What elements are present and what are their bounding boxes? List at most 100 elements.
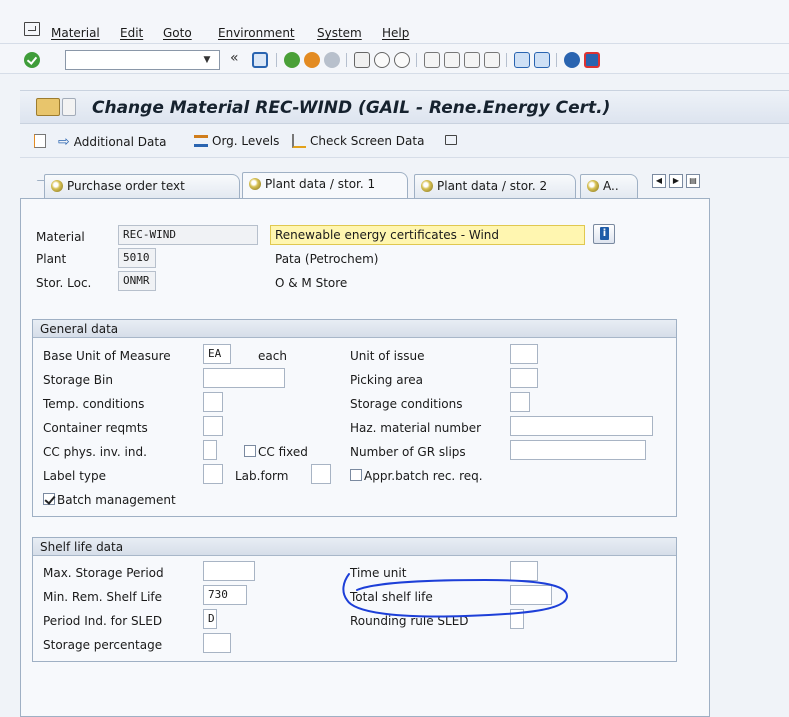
org-levels-button[interactable]: Org. Levels [194, 134, 279, 148]
first-page-icon[interactable] [424, 52, 440, 68]
menu-edit[interactable]: Edit [120, 26, 143, 40]
tab-status-icon [249, 178, 261, 190]
tab-plant-data-stor-1[interactable]: Plant data / stor. 1 [242, 172, 408, 199]
batch-management-checkbox[interactable] [43, 493, 55, 505]
check-screen-data-label: Check Screen Data [310, 134, 425, 148]
tab-plant-data-stor-2[interactable]: Plant data / stor. 2 [414, 174, 576, 198]
print-icon[interactable] [354, 52, 370, 68]
min-rem-shelf-label: Min. Rem. Shelf Life [43, 590, 163, 604]
toolbar-separator [416, 53, 417, 67]
command-dropdown-icon[interactable]: ▼ [198, 52, 216, 68]
period-ind-field[interactable]: D [203, 609, 217, 629]
temp-conditions-field[interactable] [203, 392, 223, 412]
picking-area-field[interactable] [510, 368, 538, 388]
previous-page-icon[interactable] [444, 52, 460, 68]
picking-area-label: Picking area [350, 373, 423, 387]
storage-bin-field[interactable] [203, 368, 285, 388]
plant-field[interactable]: 5010 [118, 248, 156, 268]
period-ind-label: Period Ind. for SLED [43, 614, 163, 628]
tab-label: Plant data / stor. 2 [437, 179, 548, 193]
exit-icon[interactable] [304, 52, 320, 68]
material-description-field[interactable]: Renewable energy certificates - Wind [270, 225, 585, 245]
base-uom-field[interactable]: EA [203, 344, 231, 364]
menu-goto[interactable]: Goto [163, 26, 192, 40]
tab-list-icon[interactable]: ▤ [686, 174, 700, 188]
storage-location-field[interactable]: ONMR [118, 271, 156, 291]
general-data-header: General data [33, 320, 676, 338]
material-field[interactable]: REC-WIND [118, 225, 258, 245]
save-icon[interactable] [252, 52, 268, 68]
back-history-icon[interactable]: « [230, 50, 239, 66]
storage-bin-label: Storage Bin [43, 373, 113, 387]
dropdown-arrow-icon[interactable] [62, 98, 76, 116]
label-type-field[interactable] [203, 464, 223, 484]
check-screen-icon [292, 134, 306, 148]
container-reqmts-field[interactable] [203, 416, 223, 436]
additional-data-label: Additional Data [73, 135, 167, 149]
menu-exit-icon[interactable] [24, 22, 40, 36]
storage-percentage-field[interactable] [203, 633, 231, 653]
gr-slips-field[interactable] [510, 440, 646, 460]
page-title: Change Material REC-WIND (GAIL - Rene.En… [92, 98, 611, 118]
sap-menu-icon[interactable] [36, 98, 60, 116]
menu-help[interactable]: Help [382, 26, 409, 40]
cancel-icon[interactable] [324, 52, 340, 68]
back-icon[interactable] [284, 52, 300, 68]
toolbar-separator [506, 53, 507, 67]
help-icon[interactable] [564, 52, 580, 68]
lab-form-field[interactable] [311, 464, 331, 484]
max-storage-label: Max. Storage Period [43, 566, 164, 580]
base-uom-label: Base Unit of Measure [43, 349, 171, 363]
gr-slips-label: Number of GR slips [350, 445, 466, 459]
cc-phys-inv-field[interactable] [203, 440, 217, 460]
enter-check-icon[interactable] [24, 52, 40, 68]
find-icon[interactable] [374, 52, 390, 68]
storage-conditions-field[interactable] [510, 392, 530, 412]
appr-batch-checkbox[interactable] [350, 469, 362, 481]
check-screen-data-button[interactable]: Check Screen Data [292, 134, 424, 148]
info-icon[interactable] [593, 224, 615, 244]
last-page-icon[interactable] [484, 52, 500, 68]
shelf-life-header: Shelf life data [33, 538, 676, 556]
tab-status-icon [587, 180, 599, 192]
command-field[interactable] [65, 50, 220, 70]
lock-button[interactable] [445, 132, 457, 145]
find-next-icon[interactable] [394, 52, 410, 68]
tab-strip: Purchase order text Plant data / stor. 1… [22, 168, 710, 199]
lab-form-label: Lab.form [235, 469, 289, 483]
tab-scroll-left-icon[interactable]: ◀ [652, 174, 666, 188]
appr-batch-label: Appr.batch rec. req. [364, 469, 483, 483]
additional-data-button[interactable]: ⇨ Additional Data [58, 134, 166, 150]
cc-fixed-checkbox[interactable] [244, 445, 256, 457]
org-levels-label: Org. Levels [212, 134, 280, 148]
tab-purchase-order-text[interactable]: Purchase order text [44, 174, 240, 198]
haz-material-field[interactable] [510, 416, 653, 436]
min-rem-shelf-field[interactable]: 730 [203, 585, 247, 605]
cc-fixed-label: CC fixed [258, 445, 308, 459]
storage-conditions-label: Storage conditions [350, 397, 463, 411]
storage-percentage-label: Storage percentage [43, 638, 163, 652]
tab-more[interactable]: A.. [580, 174, 638, 198]
application-toolbar: ⇨ Additional Data Org. Levels Check Scre… [20, 124, 789, 158]
standard-toolbar: ▼ « [0, 44, 789, 74]
next-page-icon[interactable] [464, 52, 480, 68]
other-material-button[interactable] [34, 134, 46, 148]
toolbar-separator [346, 53, 347, 67]
title-bar: Change Material REC-WIND (GAIL - Rene.En… [20, 90, 789, 124]
new-session-icon[interactable] [514, 52, 530, 68]
plant-label: Plant [36, 252, 67, 266]
unit-of-issue-field[interactable] [510, 344, 538, 364]
toolbar-separator [556, 53, 557, 67]
tab-label: Plant data / stor. 1 [265, 177, 376, 191]
material-label: Material [36, 230, 85, 244]
menu-material[interactable]: Material [51, 26, 100, 40]
menu-system[interactable]: System [317, 26, 362, 40]
toolbar-separator [276, 53, 277, 67]
storage-location-description: O & M Store [275, 276, 348, 290]
layout-menu-icon[interactable] [584, 52, 600, 68]
create-document-icon [34, 134, 46, 148]
shortcut-icon[interactable] [534, 52, 550, 68]
tab-scroll-right-icon[interactable]: ▶ [669, 174, 683, 188]
max-storage-field[interactable] [203, 561, 255, 581]
menu-environment[interactable]: Environment [218, 26, 295, 40]
